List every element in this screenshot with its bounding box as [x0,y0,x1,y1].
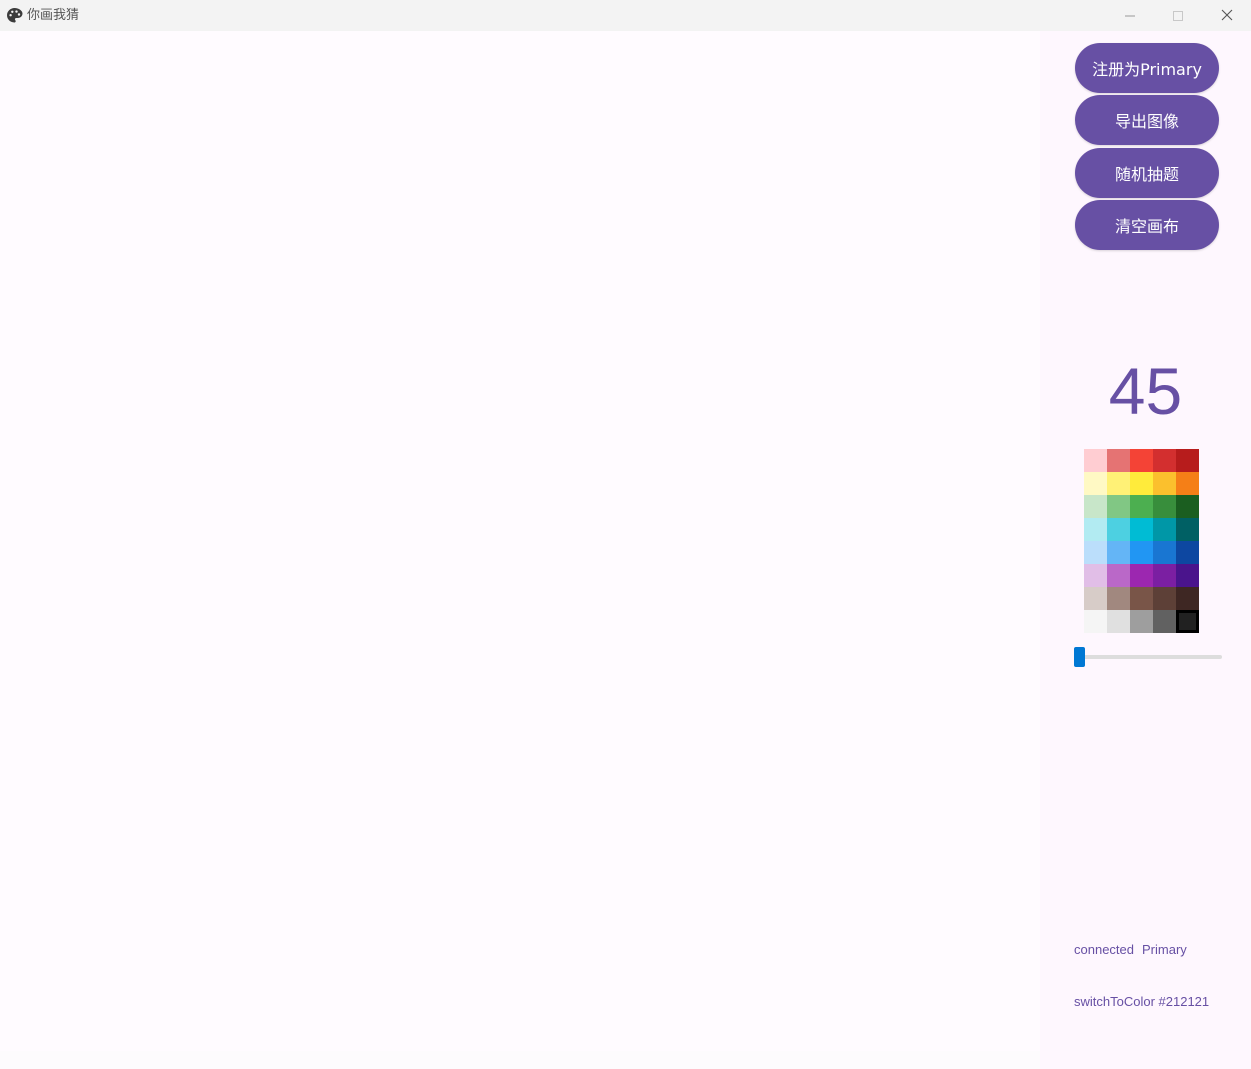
color-swatch[interactable] [1107,541,1130,564]
title-bar: 你画我猜 [0,0,1251,31]
color-swatch[interactable] [1153,610,1176,633]
color-swatch[interactable] [1084,449,1107,472]
close-button[interactable] [1204,0,1250,31]
color-swatch[interactable] [1176,495,1199,518]
color-swatch[interactable] [1153,495,1176,518]
brush-size-slider[interactable] [1074,647,1222,667]
color-swatch[interactable] [1084,610,1107,633]
color-swatch[interactable] [1176,472,1199,495]
color-swatch[interactable] [1107,449,1130,472]
canvas-footer [0,1051,1040,1069]
window-title: 你画我猜 [27,8,80,23]
event-log: switchToColor #212121 [1074,994,1210,1009]
color-swatch[interactable] [1130,495,1153,518]
palette-icon [6,7,23,24]
color-swatch[interactable] [1107,518,1130,541]
color-swatch[interactable] [1153,564,1176,587]
connection-role: Primary [1142,942,1187,957]
countdown-timer: 45 [1108,354,1183,428]
slider-track[interactable] [1078,655,1222,659]
minimize-icon [1125,6,1135,25]
color-swatch[interactable] [1176,518,1199,541]
color-swatch[interactable] [1176,541,1199,564]
color-swatch[interactable] [1084,472,1107,495]
close-icon [1221,6,1233,25]
color-swatch[interactable] [1153,541,1176,564]
color-swatch[interactable] [1107,472,1130,495]
color-swatch[interactable] [1084,587,1107,610]
color-swatch[interactable] [1107,610,1130,633]
color-swatch[interactable] [1153,587,1176,610]
app-window: 你画我猜 注册为Primary 导出图像 随机抽题 清空画布 45 connec… [0,0,1251,1069]
color-swatch[interactable] [1130,541,1153,564]
color-palette [1084,449,1199,633]
color-swatch[interactable] [1107,587,1130,610]
color-swatch[interactable] [1130,472,1153,495]
sidebar: 注册为Primary 导出图像 随机抽题 清空画布 45 connected Pr… [1040,31,1251,1069]
color-swatch[interactable] [1130,449,1153,472]
connection-status: connected Primary [1074,942,1195,957]
color-swatch[interactable] [1153,518,1176,541]
connection-state: connected [1074,942,1134,957]
color-swatch[interactable] [1176,610,1199,633]
color-swatch[interactable] [1176,564,1199,587]
maximize-icon [1173,6,1183,25]
clear-canvas-button[interactable]: 清空画布 [1075,200,1219,250]
color-swatch[interactable] [1130,518,1153,541]
color-swatch[interactable] [1084,564,1107,587]
color-swatch[interactable] [1084,541,1107,564]
maximize-button[interactable] [1155,0,1201,31]
color-swatch[interactable] [1107,495,1130,518]
color-swatch[interactable] [1084,518,1107,541]
color-swatch[interactable] [1176,587,1199,610]
color-swatch[interactable] [1176,449,1199,472]
color-swatch[interactable] [1130,587,1153,610]
color-swatch[interactable] [1084,495,1107,518]
slider-thumb[interactable] [1074,647,1085,667]
drawing-canvas[interactable] [0,31,1040,1051]
random-topic-button[interactable]: 随机抽题 [1075,148,1219,198]
register-primary-button[interactable]: 注册为Primary [1075,43,1219,93]
color-swatch[interactable] [1130,564,1153,587]
color-swatch[interactable] [1153,449,1176,472]
color-swatch[interactable] [1130,610,1153,633]
minimize-button[interactable] [1107,0,1153,31]
color-swatch[interactable] [1153,472,1176,495]
export-image-button[interactable]: 导出图像 [1075,95,1219,145]
color-swatch[interactable] [1107,564,1130,587]
